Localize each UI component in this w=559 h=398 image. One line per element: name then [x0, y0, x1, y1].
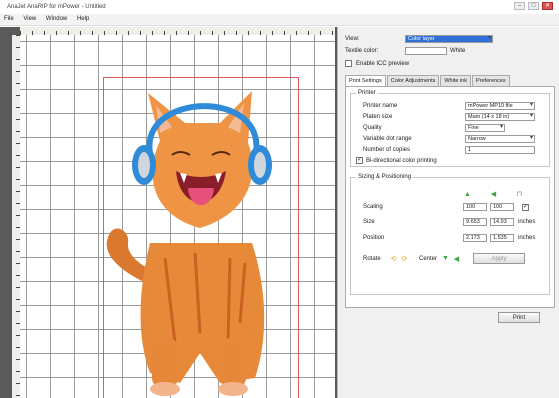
position-x-input[interactable]: 2.173: [463, 234, 487, 242]
dot-range-row: Variable dot range Narrow: [363, 135, 535, 143]
center-vertical-icon[interactable]: ▼: [441, 255, 450, 263]
horizontal-ruler: [20, 27, 335, 35]
platen-grid[interactable]: [20, 35, 335, 398]
size-unit-label: inches: [518, 219, 536, 225]
printer-group: Printer Printer name mPower MP10 file Pl…: [350, 90, 550, 167]
rotate-label: Rotate: [363, 255, 381, 262]
minimize-button[interactable]: –: [514, 2, 525, 10]
size-width-input[interactable]: 9.653: [463, 218, 487, 226]
quality-row: Quality Fine: [363, 124, 505, 132]
window-controls: – □ ✕: [514, 2, 553, 10]
printer-group-title: Printer: [356, 90, 378, 96]
menu-help[interactable]: Help: [73, 14, 93, 24]
icc-row: Enable ICC preview: [345, 60, 409, 67]
view-row: View: Color layer: [345, 35, 493, 43]
copies-label: Number of copies: [363, 147, 411, 153]
menu-window[interactable]: Window: [42, 14, 71, 24]
size-label: Size: [363, 219, 375, 225]
print-button[interactable]: Print: [498, 312, 540, 323]
lock-aspect-checkbox[interactable]: ✓: [522, 203, 529, 211]
settings-panel: View: Color layer Textile color: White E…: [337, 27, 559, 398]
position-row: Position 2.173 1.535 inches: [363, 234, 535, 242]
settings-tabs: Print Settings Color Adjustments White i…: [345, 75, 511, 86]
menu-view[interactable]: View: [19, 14, 40, 24]
canvas-area: [0, 27, 337, 398]
tab-white-ink[interactable]: White ink: [440, 75, 471, 86]
quality-dropdown[interactable]: Fine: [465, 124, 505, 132]
copies-row: Number of copies 1: [363, 146, 535, 154]
rotate-center-row: Rotate ⟲ ⟳ Center ▼ ◀ Apply: [363, 253, 525, 264]
textile-row: Textile color: White: [345, 47, 465, 55]
arrow-left-icon[interactable]: ◀: [489, 190, 498, 198]
size-row: Size 9.653 14.93 inches: [363, 218, 535, 226]
arrow-up-icon[interactable]: ▲: [463, 190, 472, 198]
vertical-ruler: [12, 35, 20, 398]
aspect-icons: ▲ ◀ ⊓: [463, 190, 524, 199]
textile-color-label: Textile color:: [345, 48, 379, 54]
platen-size-dropdown[interactable]: Mam (14 x 18 in): [465, 113, 535, 121]
view-label: View:: [345, 36, 360, 42]
menu-bar: File View Window Help: [0, 14, 559, 26]
apply-button[interactable]: Apply: [473, 253, 525, 264]
icc-preview-checkbox[interactable]: [345, 60, 352, 67]
kitten-headphones-artwork[interactable]: [80, 83, 320, 398]
sizing-group: Sizing & Positioning ▲ ◀ ⊓ Scaling 100 1…: [350, 174, 550, 295]
menu-file[interactable]: File: [0, 14, 18, 24]
rotate-right-icon[interactable]: ⟳: [400, 255, 409, 263]
view-dropdown[interactable]: Color layer: [405, 35, 493, 43]
sizing-group-title: Sizing & Positioning: [356, 174, 414, 180]
tab-color-adjustments[interactable]: Color Adjustments: [386, 75, 440, 86]
window-title: AnaJet AnaRIP for mPower - Untitled: [7, 4, 106, 10]
rotate-left-icon[interactable]: ⟲: [389, 255, 398, 263]
scaling-label: Scaling: [363, 204, 383, 210]
dot-range-label: Variable dot range: [363, 136, 412, 142]
lock-icon[interactable]: ⊓: [515, 190, 524, 198]
position-label: Position: [363, 235, 385, 241]
textile-white-label: White: [450, 48, 466, 54]
bidir-checkbox[interactable]: ✓: [356, 157, 363, 164]
icc-preview-label: Enable ICC preview: [356, 60, 410, 67]
platen-size-label: Platen size: [363, 114, 393, 120]
bidir-row: ✓ Bi-directional color printing: [356, 157, 437, 164]
size-height-input[interactable]: 14.93: [490, 218, 514, 226]
printer-name-dropdown[interactable]: mPower MP10 file: [465, 102, 535, 110]
maximize-button[interactable]: □: [528, 2, 539, 10]
center-label: Center: [419, 255, 438, 262]
tab-preferences[interactable]: Preferences: [471, 75, 510, 86]
printer-name-row: Printer name mPower MP10 file: [363, 102, 535, 110]
print-settings-page: Printer Printer name mPower MP10 file Pl…: [345, 86, 555, 308]
printer-name-label: Printer name: [363, 103, 398, 109]
title-bar: AnaJet AnaRIP for mPower - Untitled – □ …: [0, 0, 559, 14]
bidir-label: Bi-directional color printing: [366, 157, 437, 164]
textile-color-swatch[interactable]: [405, 47, 447, 55]
copies-input[interactable]: 1: [465, 146, 535, 154]
close-button[interactable]: ✕: [542, 2, 553, 10]
position-y-input[interactable]: 1.535: [490, 234, 514, 242]
center-horizontal-icon[interactable]: ◀: [452, 255, 461, 263]
tab-print-settings[interactable]: Print Settings: [345, 75, 386, 86]
platen-row: Platen size Mam (14 x 18 in): [363, 113, 535, 121]
quality-label: Quality: [363, 125, 382, 131]
scaling-row: Scaling 100 100 ✓: [363, 203, 529, 211]
dot-range-dropdown[interactable]: Narrow: [465, 135, 535, 143]
position-unit-label: inches: [518, 235, 536, 241]
scaling-y-input[interactable]: 100: [490, 203, 514, 211]
scaling-x-input[interactable]: 100: [463, 203, 487, 211]
